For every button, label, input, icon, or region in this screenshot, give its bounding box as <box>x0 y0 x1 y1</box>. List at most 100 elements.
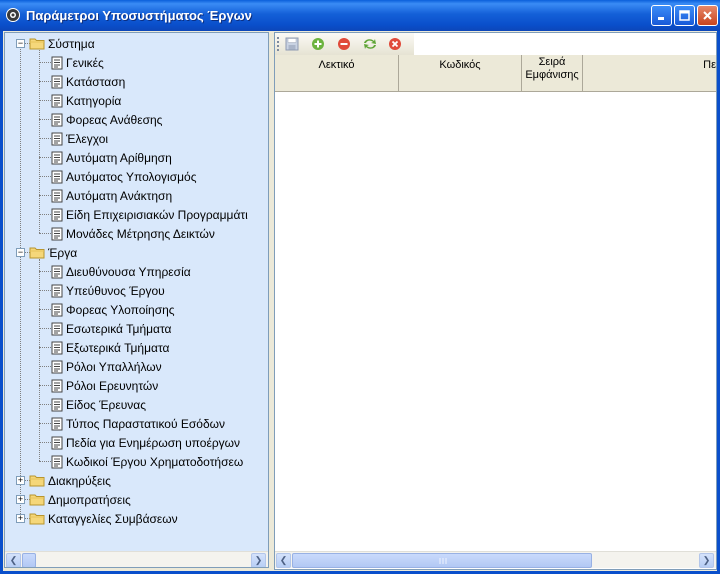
chevron-right-icon: ❯ <box>254 555 263 565</box>
toolbar-grip[interactable] <box>277 37 282 51</box>
column-header-label[interactable]: Λεκτικό <box>275 55 399 91</box>
tree-connector <box>39 290 51 291</box>
tree-scroll-left-button[interactable]: ❮ <box>6 553 21 567</box>
maximize-icon <box>679 10 690 21</box>
tree-item[interactable]: Εσωτερικά Τμήματα <box>51 319 172 338</box>
tree-item[interactable]: Αυτόματη Ανάκτηση <box>51 186 172 205</box>
tree-item[interactable]: Φορεας Υλοποίησης <box>51 300 175 319</box>
refresh-button[interactable] <box>362 36 378 52</box>
tree-item[interactable]: Κατάσταση <box>51 72 125 91</box>
document-icon <box>51 56 63 70</box>
chevron-right-icon: ❯ <box>702 555 711 565</box>
document-icon <box>51 379 63 393</box>
document-icon <box>51 417 63 431</box>
app-gear-icon <box>6 8 20 22</box>
grid-pane: Λεκτικό Κωδικός Σειρά Εμφάνισης Πε ❮ ❯ <box>274 32 717 570</box>
tree-item-label: Κατάσταση <box>66 74 126 89</box>
tree-connector <box>39 442 51 443</box>
tree-item[interactable]: Αυτόματος Υπολογισμός <box>51 167 196 186</box>
tree-horizontal-scrollbar[interactable]: ❮ ❯ <box>5 551 268 567</box>
tree-item[interactable]: Μονάδες Μέτρησης Δεικτών <box>51 224 215 243</box>
tree-connector <box>39 271 51 272</box>
tree-item[interactable]: Έλεγχοι <box>51 129 108 148</box>
document-icon <box>51 189 63 203</box>
grid-scroll-right-button[interactable]: ❯ <box>699 553 714 568</box>
tree-item[interactable]: Υπεύθυνος Έργου <box>51 281 165 300</box>
tree-item[interactable]: Φορεας Ανάθεσης <box>51 110 162 129</box>
tree-scroll-thumb[interactable] <box>22 553 36 567</box>
tree-item-label: Φορεας Ανάθεσης <box>66 112 163 127</box>
tree-item-label: Υπεύθυνος Έργου <box>66 283 165 298</box>
document-icon <box>51 398 63 412</box>
tree-group-node[interactable]: Έργα <box>29 243 77 262</box>
maximize-button[interactable] <box>674 5 695 26</box>
parameters-tree[interactable]: − Σύστημα Γενικές Κατάσταση Κατηγορία Φορεας … <box>4 32 269 568</box>
tree-item[interactable]: Είδος Έρευνας <box>51 395 146 414</box>
document-icon <box>51 113 63 127</box>
tree-item-label: Είδη Επιχειρισιακών Προγραμμάτι <box>66 207 248 222</box>
minimize-icon <box>658 17 664 20</box>
tree-connector <box>39 347 51 348</box>
tree-item[interactable]: Είδη Επιχειρισιακών Προγραμμάτι <box>51 205 248 224</box>
save-button[interactable] <box>284 36 300 52</box>
tree-connector <box>20 43 21 518</box>
tree-item[interactable]: Τύπος Παραστατικού Εσόδων <box>51 414 225 433</box>
tree-connector <box>39 195 51 196</box>
tree-item[interactable]: Πεδία για Ενημέρωση υποέργων <box>51 433 240 452</box>
close-button[interactable] <box>697 5 718 26</box>
tree-expander[interactable]: + <box>16 495 25 504</box>
cancel-button[interactable] <box>387 36 403 52</box>
tree-item-label: Αυτόματος Υπολογισμός <box>66 169 197 184</box>
grid-body[interactable] <box>275 92 716 551</box>
tree-connector <box>39 157 51 158</box>
tree-item[interactable]: Κωδικοί Έργου Χρηματοδοτήσεω <box>51 452 243 471</box>
tree-item-label: Φορεας Υλοποίησης <box>66 302 175 317</box>
refresh-icon <box>364 39 376 49</box>
document-icon <box>51 170 63 184</box>
tree-connector <box>39 62 51 63</box>
scroll-grip-icon <box>439 558 447 564</box>
tree-expander[interactable]: + <box>16 476 25 485</box>
column-header-display-order[interactable]: Σειρά Εμφάνισης <box>522 55 583 91</box>
add-button[interactable] <box>310 36 326 52</box>
tree-item[interactable]: Αυτόματη Αρίθμηση <box>51 148 172 167</box>
close-icon <box>703 11 712 20</box>
column-header-more[interactable]: Πε <box>583 55 716 91</box>
column-header-code[interactable]: Κωδικός <box>399 55 522 91</box>
grid-horizontal-scrollbar[interactable]: ❮ ❯ <box>275 551 716 568</box>
document-icon <box>51 436 63 450</box>
document-icon <box>51 455 63 469</box>
add-icon <box>312 38 324 50</box>
tree-connector <box>39 404 51 405</box>
grid-scroll-left-button[interactable]: ❮ <box>276 553 291 568</box>
document-icon <box>51 341 63 355</box>
tree-connector <box>39 214 51 215</box>
document-icon <box>51 75 63 89</box>
tree-item[interactable]: Διευθύνουσα Υπηρεσία <box>51 262 191 281</box>
tree-item[interactable]: Εξωτερικά Τμήματα <box>51 338 169 357</box>
tree-group-node[interactable]: Διακηρύξεις <box>29 471 111 490</box>
tree-expander[interactable]: − <box>16 39 25 48</box>
folder-icon <box>29 493 45 506</box>
tree-item[interactable]: Ρόλοι Υπαλλήλων <box>51 357 162 376</box>
tree-item-label: Τύπος Παραστατικού Εσόδων <box>66 416 225 431</box>
tree-group-node[interactable]: Καταγγελίες Συμβάσεων <box>29 509 178 528</box>
tree-group-label: Σύστημα <box>48 36 95 51</box>
tree-scroll-right-button[interactable]: ❯ <box>251 553 266 567</box>
tree-expander[interactable]: + <box>16 514 25 523</box>
tree-connector <box>39 50 40 233</box>
tree-group-node[interactable]: Δημοπρατήσεις <box>29 490 131 509</box>
tree-expander[interactable]: − <box>16 248 25 257</box>
tree-connector <box>39 328 51 329</box>
grid-scroll-thumb[interactable] <box>292 553 592 568</box>
tree-item[interactable]: Κατηγορία <box>51 91 121 110</box>
document-icon <box>51 132 63 146</box>
tree-connector <box>39 81 51 82</box>
delete-button[interactable] <box>336 36 352 52</box>
tree-item[interactable]: Γενικές <box>51 53 104 72</box>
tree-item-label: Ρόλοι Υπαλλήλων <box>66 359 162 374</box>
tree-item[interactable]: Ρόλοι Ερευνητών <box>51 376 158 395</box>
title-bar[interactable]: Παράμετροι Υποσυστήματος Έργων <box>0 0 720 31</box>
minimize-button[interactable] <box>651 5 672 26</box>
tree-item-label: Γενικές <box>66 55 104 70</box>
